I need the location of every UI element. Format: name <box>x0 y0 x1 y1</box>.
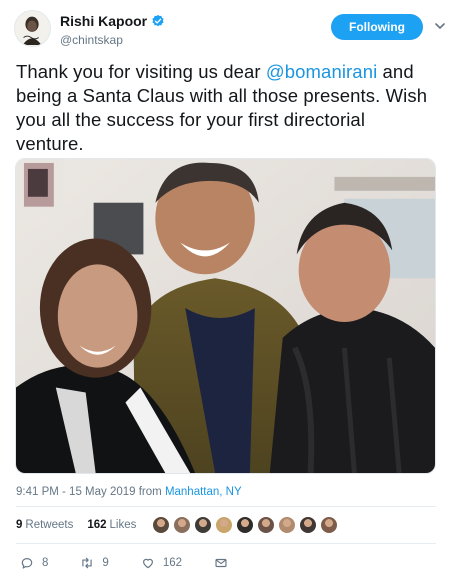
liker-avatar[interactable] <box>320 516 339 534</box>
retweet-button[interactable]: 9 <box>80 556 109 570</box>
direct-message-button[interactable] <box>214 556 228 570</box>
author-avatar-image <box>15 11 50 46</box>
liker-avatar[interactable] <box>215 516 234 534</box>
tweet-header: Rishi Kapoor @chintskap Following <box>14 10 446 50</box>
author-display-name[interactable]: Rishi Kapoor <box>60 13 165 29</box>
author-handle[interactable]: @chintskap <box>60 33 165 47</box>
retweet-icon <box>82 557 93 569</box>
author-avatar[interactable] <box>14 10 51 47</box>
tweet-text: Thank you for visiting us dear @bomanira… <box>16 60 436 156</box>
divider-bottom <box>16 543 436 544</box>
verified-badge-icon <box>152 14 164 27</box>
photo-three-people <box>16 159 435 473</box>
liker-avatar[interactable] <box>194 516 213 534</box>
liker-avatar[interactable] <box>299 516 318 534</box>
tweet-metadata: 9:41 PM - 15 May 2019 from Manhattan, NY <box>16 486 242 498</box>
tweet-photo[interactable] <box>15 158 436 474</box>
reply-button[interactable]: 8 <box>20 556 48 570</box>
tweet-stats: 9 Retweets 162 Likes <box>16 515 339 535</box>
tweet-actions: 8 9 162 <box>20 554 260 572</box>
heart-icon <box>142 558 153 569</box>
likes-stat-count: 162 <box>87 519 107 531</box>
retweet-count: 9 <box>102 557 109 569</box>
like-button[interactable]: 162 <box>141 556 182 570</box>
author-display-name-text: Rishi Kapoor <box>60 13 148 29</box>
retweets-stat[interactable]: 9 Retweets <box>16 519 73 531</box>
liker-avatar[interactable] <box>278 516 297 534</box>
like-count: 162 <box>162 557 182 569</box>
likes-stat[interactable]: 162 Likes <box>87 519 136 531</box>
retweets-stat-label: Retweets <box>25 519 74 531</box>
tweet-timestamp[interactable]: 9:41 PM - 15 May 2019 from <box>16 486 165 498</box>
liker-avatars <box>152 516 339 534</box>
liker-avatar[interactable] <box>152 516 171 534</box>
mention-link[interactable]: @bomanirani <box>266 61 377 82</box>
liker-avatar[interactable] <box>173 516 192 534</box>
divider-top <box>16 506 436 507</box>
tweet-location[interactable]: Manhattan, NY <box>165 486 242 498</box>
liker-avatar[interactable] <box>236 516 255 534</box>
reply-count: 8 <box>42 557 49 569</box>
retweets-stat-count: 9 <box>16 519 23 531</box>
author-name-block[interactable]: Rishi Kapoor @chintskap <box>60 13 165 47</box>
chevron-down-icon[interactable] <box>434 20 446 32</box>
envelope-icon <box>215 558 227 568</box>
reply-icon <box>21 558 33 569</box>
tweet-text-before: Thank you for visiting us dear <box>16 61 266 82</box>
liker-avatar[interactable] <box>257 516 276 534</box>
likes-stat-label: Likes <box>109 519 137 531</box>
following-button[interactable]: Following <box>331 14 423 40</box>
